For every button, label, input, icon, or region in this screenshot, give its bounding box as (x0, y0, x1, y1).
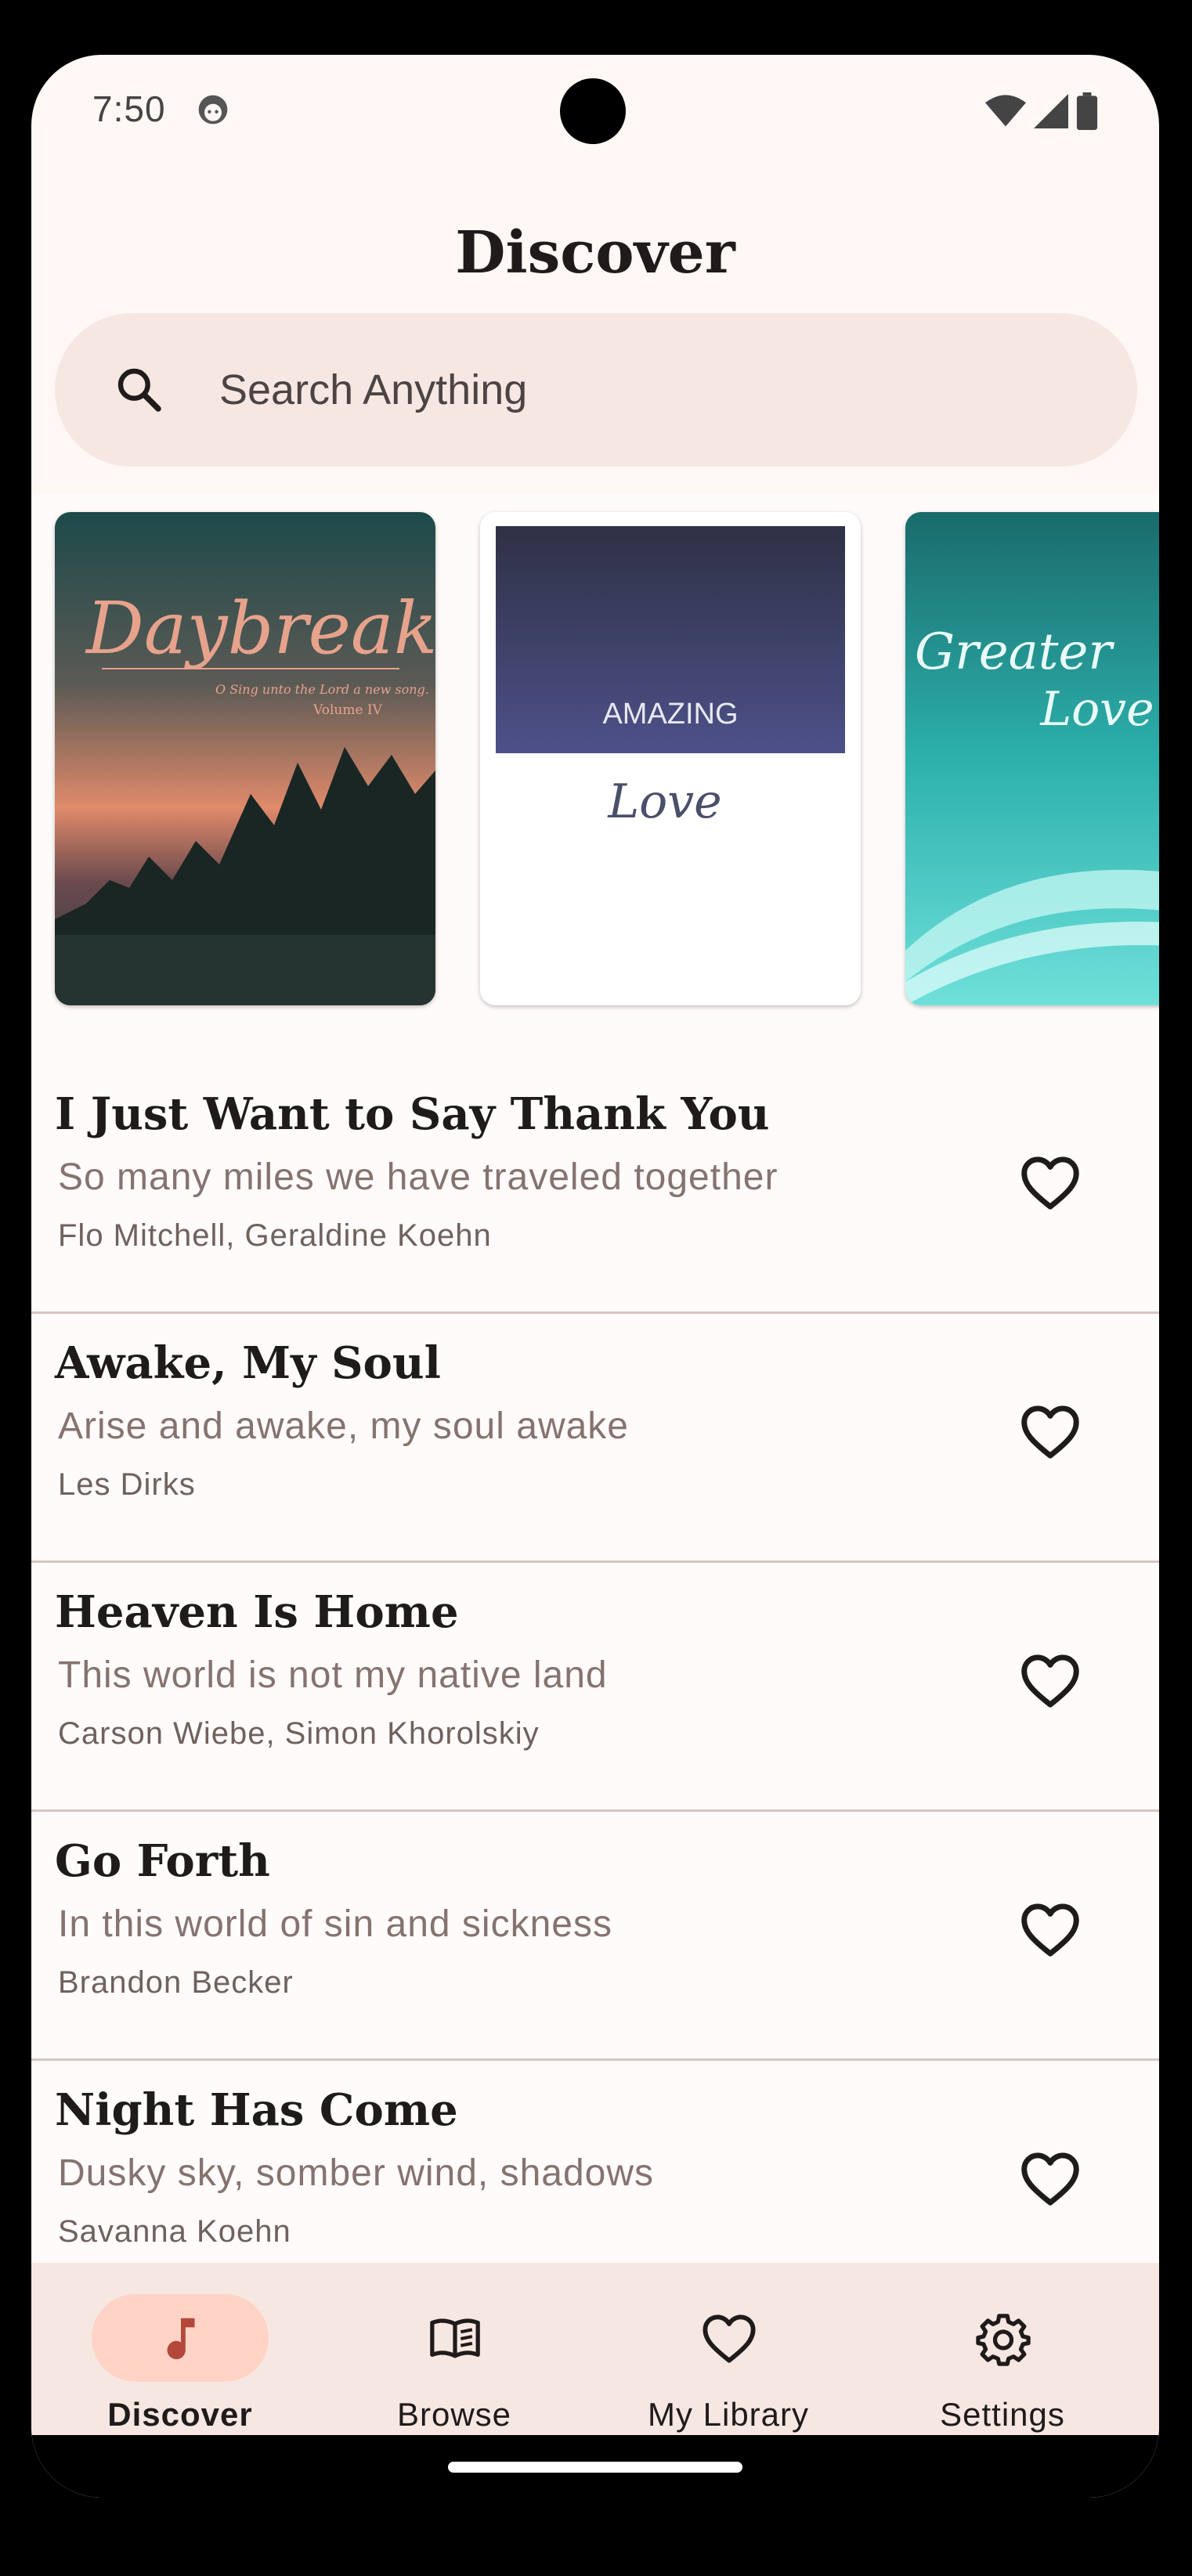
favorite-button[interactable] (1015, 1397, 1085, 1467)
gear-icon (976, 2314, 1031, 2366)
nav-label: My Library (647, 2396, 810, 2433)
nav-item-my-library[interactable]: My Library (595, 2294, 877, 2451)
cover-title: Greater (915, 623, 1114, 681)
list-item[interactable]: Go Forth In this world of sin and sickne… (31, 1812, 1159, 2061)
cover-volume: Volume IV (312, 702, 383, 718)
song-title: Night Has Come (55, 2084, 458, 2136)
song-authors: Savanna Koehn (58, 2214, 291, 2249)
search-bar[interactable] (55, 313, 1137, 467)
heart-icon (1021, 1156, 1079, 1210)
home-gesture-bar[interactable] (448, 2462, 742, 2473)
list-item[interactable]: Night Has Come Dusky sky, somber wind, s… (31, 2061, 1159, 2263)
song-authors: Brandon Becker (58, 1965, 294, 2000)
song-list[interactable]: I Just Want to Say Thank You So many mil… (31, 1065, 1159, 2263)
cover-subtitle: Love (607, 774, 721, 829)
cellular-signal-icon (1034, 94, 1068, 128)
song-title: I Just Want to Say Thank You (55, 1088, 770, 1140)
nav-label: Browse (396, 2396, 512, 2433)
song-first-line: Dusky sky, somber wind, shadows (58, 2152, 655, 2194)
open-book-icon (430, 2318, 480, 2358)
song-first-line: So many miles we have traveled together (58, 1156, 778, 1198)
wifi-icon (985, 95, 1026, 127)
favorite-button[interactable] (1015, 1646, 1085, 1716)
status-bar: 7:50 (31, 55, 1159, 157)
featured-books-carousel[interactable]: Daybreak O Sing unto the Lord a new song… (31, 493, 1159, 1065)
page-title: Discover (455, 219, 735, 287)
cover-title: AMAZING (602, 698, 738, 731)
song-title: Go Forth (55, 1835, 270, 1887)
song-first-line: This world is not my native land (58, 1654, 608, 1696)
favorite-button[interactable] (1015, 1895, 1085, 1965)
camera-cutout (560, 78, 626, 144)
song-first-line: In this world of sin and sickness (58, 1903, 612, 1945)
cover-subtitle: O Sing unto the Lord a new song. (215, 682, 429, 697)
list-item[interactable]: Heaven Is Home This world is not my nati… (31, 1563, 1159, 1812)
nav-item-browse[interactable]: Browse (321, 2294, 603, 2451)
nav-label: Settings (940, 2396, 1065, 2433)
app-screen: 7:50 Discover Search Anything Daybreak O… (31, 55, 1159, 2498)
cover-title: Daybreak (85, 586, 435, 670)
book-cover-daybreak[interactable]: Daybreak O Sing unto the Lord a new song… (55, 512, 435, 1005)
song-authors: Flo Mitchell, Geraldine Koehn (58, 1218, 492, 1253)
heart-icon (1021, 1903, 1079, 1957)
song-title: Heaven Is Home (55, 1586, 459, 1638)
nav-item-settings[interactable]: Settings (869, 2294, 1151, 2451)
battery-icon (1076, 92, 1098, 130)
status-time: 7:50 (92, 88, 166, 129)
song-first-line: Arise and awake, my soul awake (58, 1405, 629, 1447)
favorite-button[interactable] (1015, 2144, 1085, 2214)
cover-subtitle: Love (1039, 682, 1154, 737)
favorite-button[interactable] (1015, 1148, 1085, 1218)
search-input[interactable] (219, 352, 1081, 428)
song-authors: Les Dirks (58, 1467, 196, 1502)
nav-label: Discover (107, 2396, 253, 2433)
heart-icon (1021, 2152, 1079, 2206)
list-item[interactable]: I Just Want to Say Thank You So many mil… (31, 1065, 1159, 1314)
music-note-icon (167, 2318, 195, 2360)
search-icon (117, 368, 161, 412)
heart-icon (1021, 1405, 1079, 1459)
book-cover-amazing-love[interactable]: AMAZING Love (480, 512, 861, 1005)
heart-icon (1021, 1654, 1079, 1708)
song-authors: Carson Wiebe, Simon Khorolskiy (58, 1716, 540, 1751)
status-icons (985, 92, 1098, 130)
heart-icon (703, 2314, 756, 2363)
book-cover-greater-love[interactable]: Greater Love (905, 512, 1159, 1005)
song-title: Awake, My Soul (55, 1337, 441, 1389)
nav-item-discover[interactable]: Discover (47, 2294, 329, 2451)
notification-face-icon (198, 95, 228, 124)
list-item[interactable]: Awake, My Soul Arise and awake, my soul … (31, 1314, 1159, 1563)
